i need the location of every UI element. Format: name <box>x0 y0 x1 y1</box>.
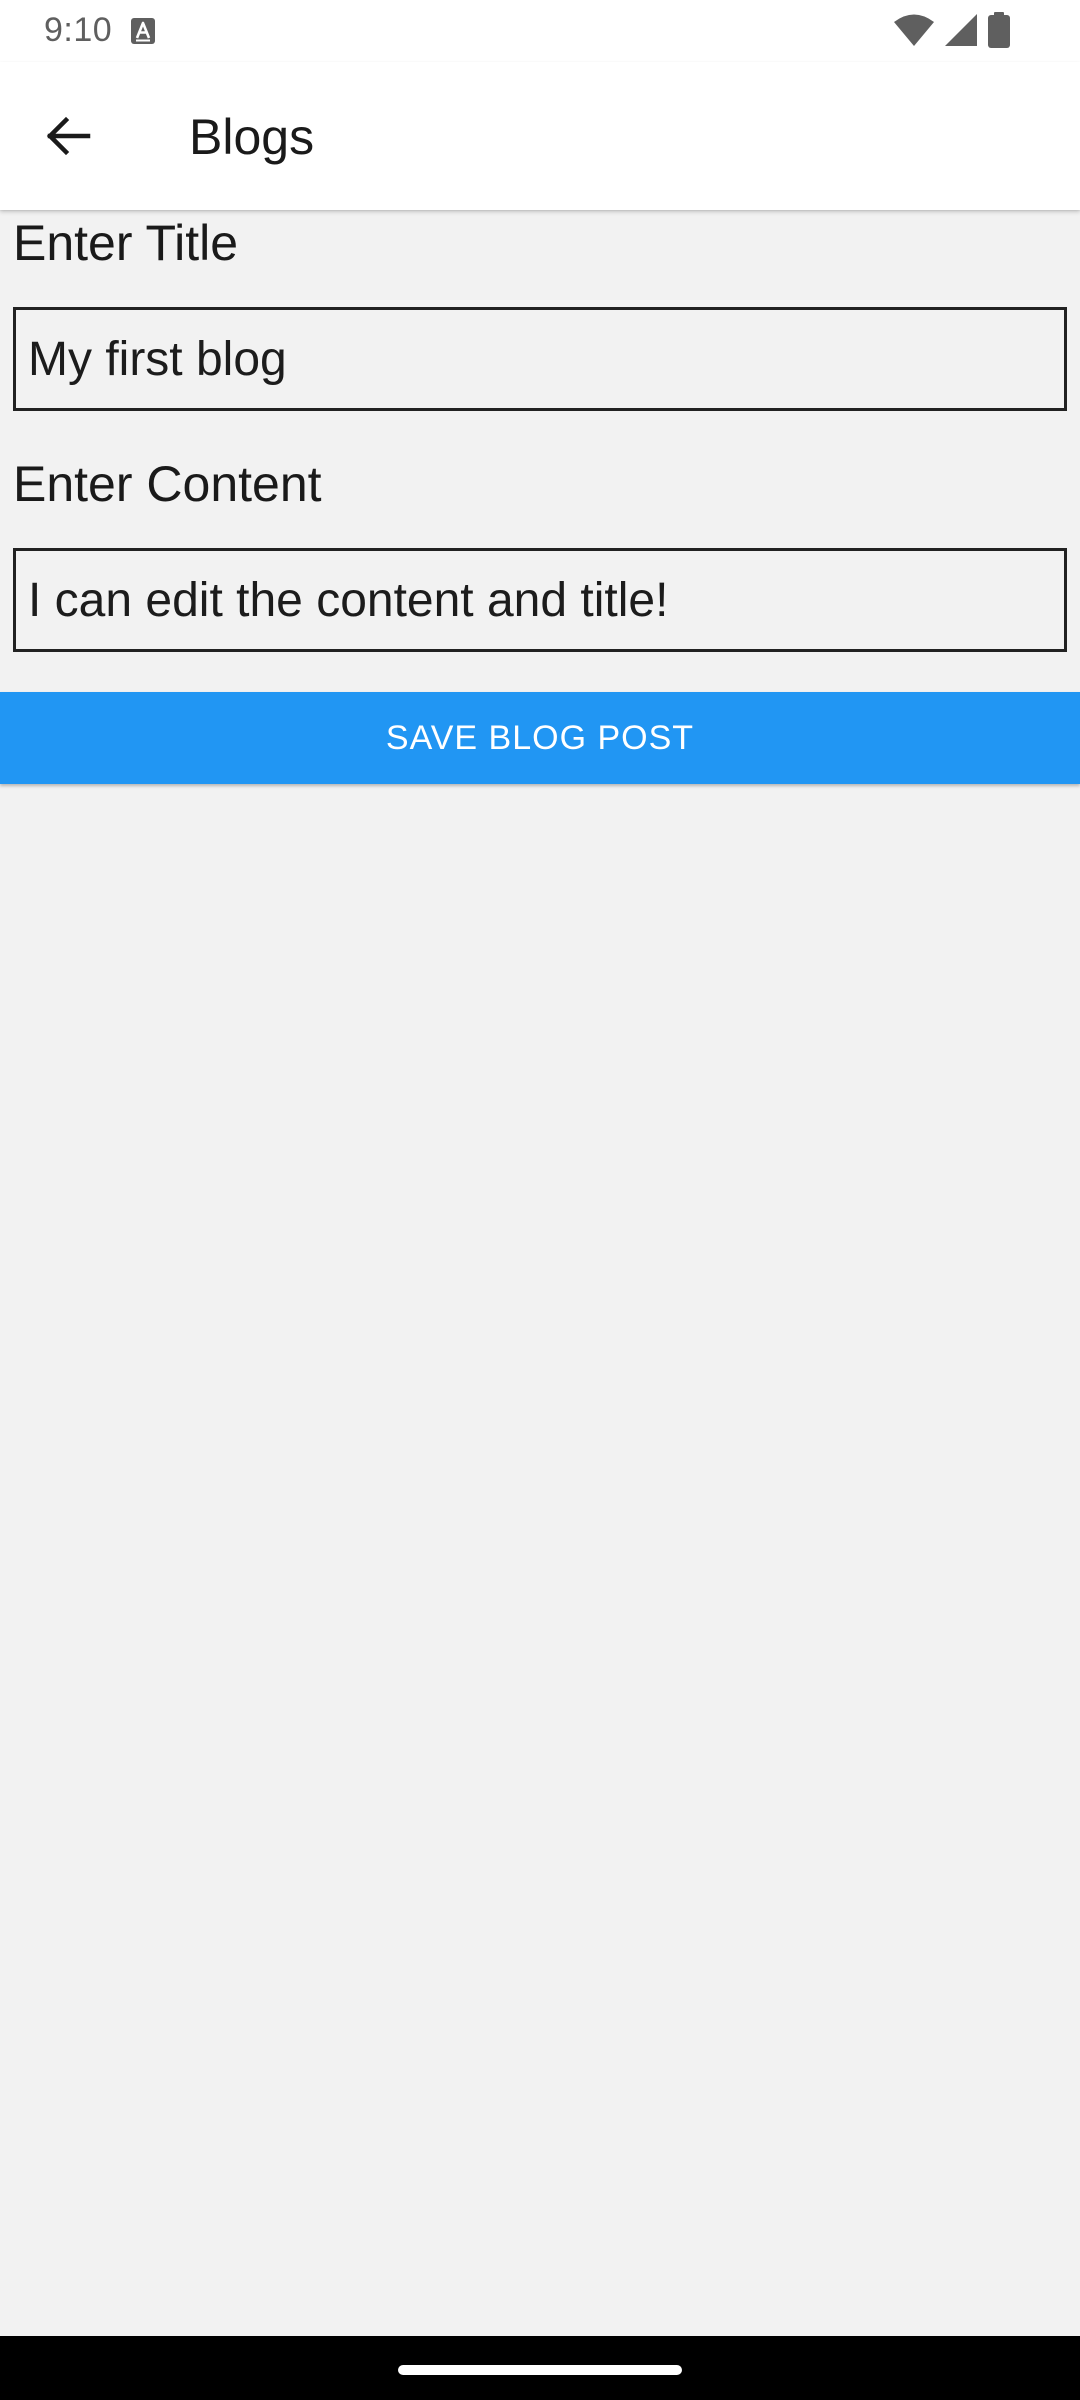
app-bar: Blogs <box>0 62 1080 210</box>
battery-icon <box>988 12 1010 48</box>
home-gesture-handle[interactable] <box>398 2365 682 2375</box>
status-icons <box>894 12 1010 48</box>
title-label: Enter Title <box>13 215 239 271</box>
page-title: Blogs <box>189 109 315 165</box>
arrow-back-icon <box>46 116 91 156</box>
status-bar: 9:10 <box>0 0 1080 62</box>
text-notification-icon <box>131 18 155 44</box>
back-button[interactable] <box>30 106 106 166</box>
save-blog-post-button[interactable]: SAVE BLOG POST <box>0 692 1080 784</box>
title-input[interactable] <box>13 307 1067 411</box>
status-time: 9:10 <box>44 11 113 49</box>
cellular-signal-icon <box>945 14 977 46</box>
wifi-icon <box>894 14 934 46</box>
navigation-bar <box>0 2336 1080 2400</box>
content-label: Enter Content <box>13 456 322 512</box>
content-input[interactable] <box>13 548 1067 652</box>
